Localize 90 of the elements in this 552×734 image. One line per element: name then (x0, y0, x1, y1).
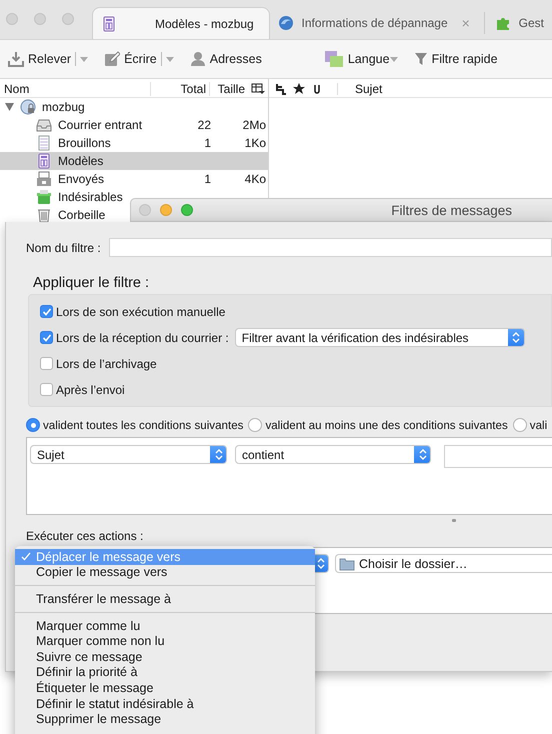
checkbox[interactable] (40, 383, 53, 396)
folder-row[interactable]: Indésirables (0, 188, 268, 206)
minimize-button[interactable] (160, 204, 172, 216)
toolbar-button[interactable]: Écrire (104, 51, 157, 67)
checkbox-label: Lors de l’archivage (56, 356, 157, 370)
folder-row[interactable]: Envoyés 1 4Ko (0, 170, 268, 188)
menu-item[interactable]: Supprimer le message (15, 711, 315, 727)
checkbox[interactable] (40, 331, 53, 344)
dropdown[interactable]: Filtrer avant la vérification des indésirables (234, 328, 525, 347)
toolbar-button[interactable]: Langue (324, 50, 390, 68)
checkbox-label: Lors de la réception du courrier : (56, 330, 229, 344)
template-icon (101, 16, 117, 32)
menu-item[interactable]: Marquer comme non lu (15, 633, 315, 649)
filter-name-field[interactable] (108, 238, 552, 257)
folder-name: Courrier entrant (58, 118, 142, 132)
radio-label: valident au moins une des conditions suivantes (265, 418, 508, 432)
checkbox-label: Après l’envoi (56, 382, 125, 396)
toolbar-button[interactable]: Relever (8, 51, 72, 67)
person-icon (190, 51, 206, 67)
folder-name: Corbeille (58, 208, 106, 222)
window-title: Filtres de messages (390, 202, 513, 218)
updown-arrows-icon (512, 332, 520, 343)
folder-row[interactable]: Courrier entrant 22 2Mo (0, 116, 268, 134)
menu-item[interactable]: Copier le message vers (15, 564, 315, 580)
column-header[interactable]: Sujet (352, 82, 386, 96)
folder-name: Brouillons (58, 136, 111, 150)
field-label: Nom du filtre : (26, 240, 101, 254)
menu-item[interactable]: Suivre ce message (15, 648, 315, 665)
folder-name: Envoyés (58, 172, 104, 186)
zoom-button[interactable] (181, 204, 193, 216)
folder-row[interactable]: Brouillons 1 1Ko (0, 134, 268, 152)
column-header[interactable]: Taille (209, 82, 248, 96)
folder-name: Indésirables (58, 190, 123, 204)
folder-row[interactable]: Modèles (0, 152, 268, 170)
splitter-grip[interactable] (452, 519, 456, 522)
updown-arrows-icon (214, 449, 222, 460)
updown-arrows-icon (418, 449, 426, 460)
globe-icon (278, 15, 294, 31)
checkbox[interactable] (40, 357, 53, 370)
tab[interactable]: Gest (486, 7, 552, 39)
radio-button[interactable] (248, 418, 262, 432)
menu-item[interactable]: Définir le statut indésirable à (15, 696, 315, 712)
column-header[interactable]: Total (150, 82, 209, 96)
message-count: 22 (196, 118, 211, 132)
updown-arrows-icon (316, 558, 324, 569)
dropdown[interactable]: contient (235, 445, 431, 464)
language-icon (324, 50, 344, 68)
folder-picker-button[interactable]: Choisir le dossier… (335, 554, 552, 573)
radio-button[interactable] (26, 418, 40, 432)
account-icon (20, 99, 36, 115)
message-count: 1 (203, 136, 211, 150)
radio-button[interactable] (512, 418, 527, 432)
toolbar-button[interactable]: Filtre rapide (414, 52, 498, 66)
tab[interactable]: Modèles - mozbug (92, 7, 270, 39)
thread-icon (275, 83, 287, 95)
folder-row[interactable]: mozbug (0, 98, 268, 116)
download-icon (8, 51, 24, 67)
folder-size: 2Mo (242, 118, 267, 132)
column-header[interactable]: Nom (0, 82, 150, 96)
close-button[interactable] (6, 13, 18, 25)
radio-label: vali (530, 418, 548, 432)
filter-icon (414, 52, 428, 66)
message-count: 1 (203, 172, 211, 186)
folder-row[interactable]: Corbeille (0, 206, 268, 224)
column-picker-icon (251, 83, 265, 95)
tab[interactable]: Informations de dépannage × (270, 7, 478, 39)
puzzle-icon (494, 15, 511, 31)
close-button[interactable] (139, 204, 151, 216)
disclosure-triangle-icon[interactable] (5, 103, 14, 111)
folder-size: 4Ko (244, 172, 267, 186)
menu-item[interactable]: Marquer comme lu (15, 618, 315, 634)
value-field[interactable] (444, 445, 552, 468)
folder-size: 1Ko (244, 136, 267, 150)
radio-label: valident toutes les conditions suivantes (43, 418, 244, 432)
checkbox-label: Lors de son exécution manuelle (56, 304, 226, 318)
toolbar-button[interactable]: Adresses (190, 51, 262, 67)
dropdown[interactable]: Sujet (30, 445, 227, 464)
folder-name: Modèles (58, 154, 104, 168)
menu-item[interactable]: Étiqueter le message (15, 680, 315, 696)
folder-name: mozbug (42, 100, 85, 114)
star-icon (293, 83, 305, 95)
checkbox[interactable] (40, 305, 53, 318)
section-title: Appliquer le filtre : (33, 275, 150, 291)
section-title: Exécuter ces actions : (26, 529, 144, 543)
zoom-button[interactable] (62, 13, 74, 25)
pencil-icon (104, 51, 120, 67)
menu-item[interactable]: Transférer le message à (15, 591, 315, 607)
checkmark-icon (21, 552, 31, 562)
menu-item[interactable]: Définir la priorité à (15, 664, 315, 680)
minimize-button[interactable] (34, 13, 46, 25)
